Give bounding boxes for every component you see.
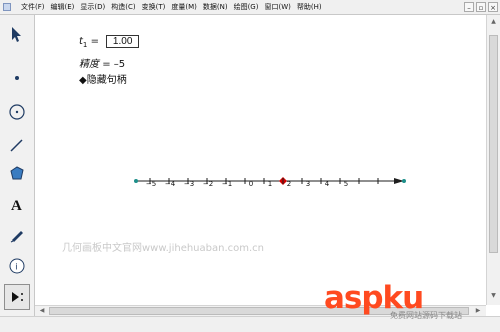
circle-icon [9, 104, 25, 120]
close-icon[interactable]: × [488, 2, 498, 12]
menu-bar: 文件(F) 编辑(E) 显示(D) 构造(C) 变换(T) 度量(M) 数据(N… [0, 0, 500, 15]
menu-window[interactable]: 窗口(W) [264, 0, 290, 14]
polygon-tool[interactable] [4, 160, 30, 186]
drawing-canvas[interactable]: t1 = 1.00 精度 = –5 ◆隐藏句柄 −5 −4 −3 −2 −1 0… [35, 15, 486, 305]
vertical-scrollbar[interactable]: ▲ ▼ [486, 15, 500, 305]
menu-transform[interactable]: 变换(T) [142, 0, 166, 14]
marker-tool[interactable] [4, 222, 30, 248]
pencil-icon [10, 231, 23, 243]
right-endpoint-point[interactable] [402, 179, 406, 183]
left-endpoint-point[interactable] [134, 179, 138, 183]
point-icon [15, 76, 19, 80]
scroll-right-icon[interactable]: ▶ [473, 306, 483, 316]
line-icon [10, 139, 23, 152]
menu-help[interactable]: 帮助(H) [297, 0, 322, 14]
straightedge-tool[interactable] [4, 132, 30, 158]
number-line [134, 177, 406, 185]
menu-items: 文件(F) 编辑(E) 显示(D) 构造(C) 变换(T) 度量(M) 数据(N… [21, 0, 328, 14]
minimize-icon[interactable]: – [464, 2, 474, 12]
scroll-down-icon[interactable]: ▼ [489, 291, 498, 301]
menu-measure[interactable]: 度量(M) [171, 0, 197, 14]
menu-display[interactable]: 显示(D) [80, 0, 105, 14]
text-icon: A [11, 198, 22, 213]
menu-construct[interactable]: 构造(C) [111, 0, 135, 14]
app-icon [3, 3, 11, 11]
svg-text:A: A [11, 198, 22, 213]
scroll-left-icon[interactable]: ◀ [37, 306, 47, 316]
svg-text:i: i [15, 262, 17, 272]
compass-tool[interactable] [4, 99, 30, 125]
restore-icon[interactable]: ▫ [476, 2, 486, 12]
point-tool[interactable] [4, 65, 30, 91]
website-watermark: 几何画板中文官网www.jihehuaban.com.cn [62, 243, 265, 254]
window-controls: – ▫ × [464, 2, 498, 12]
text-tool[interactable]: A [4, 191, 30, 217]
selection-arrow-tool[interactable] [4, 21, 30, 47]
scroll-up-icon[interactable]: ▲ [489, 17, 498, 27]
menu-graph[interactable]: 绘图(G) [234, 0, 259, 14]
arrow-icon [12, 27, 21, 42]
tool-palette: A i [0, 15, 35, 316]
info-icon: i [9, 258, 25, 274]
menu-file[interactable]: 文件(F) [21, 0, 45, 14]
custom-tools-icon [12, 292, 23, 302]
custom-tool[interactable] [4, 284, 30, 310]
information-tool[interactable]: i [4, 253, 30, 279]
menu-data[interactable]: 数据(N) [203, 0, 228, 14]
brand-subtitle: 免费网站源码下载站 [390, 311, 462, 320]
polygon-icon [10, 166, 24, 180]
vertical-scroll-thumb[interactable] [489, 35, 498, 253]
menu-edit[interactable]: 编辑(E) [51, 0, 75, 14]
